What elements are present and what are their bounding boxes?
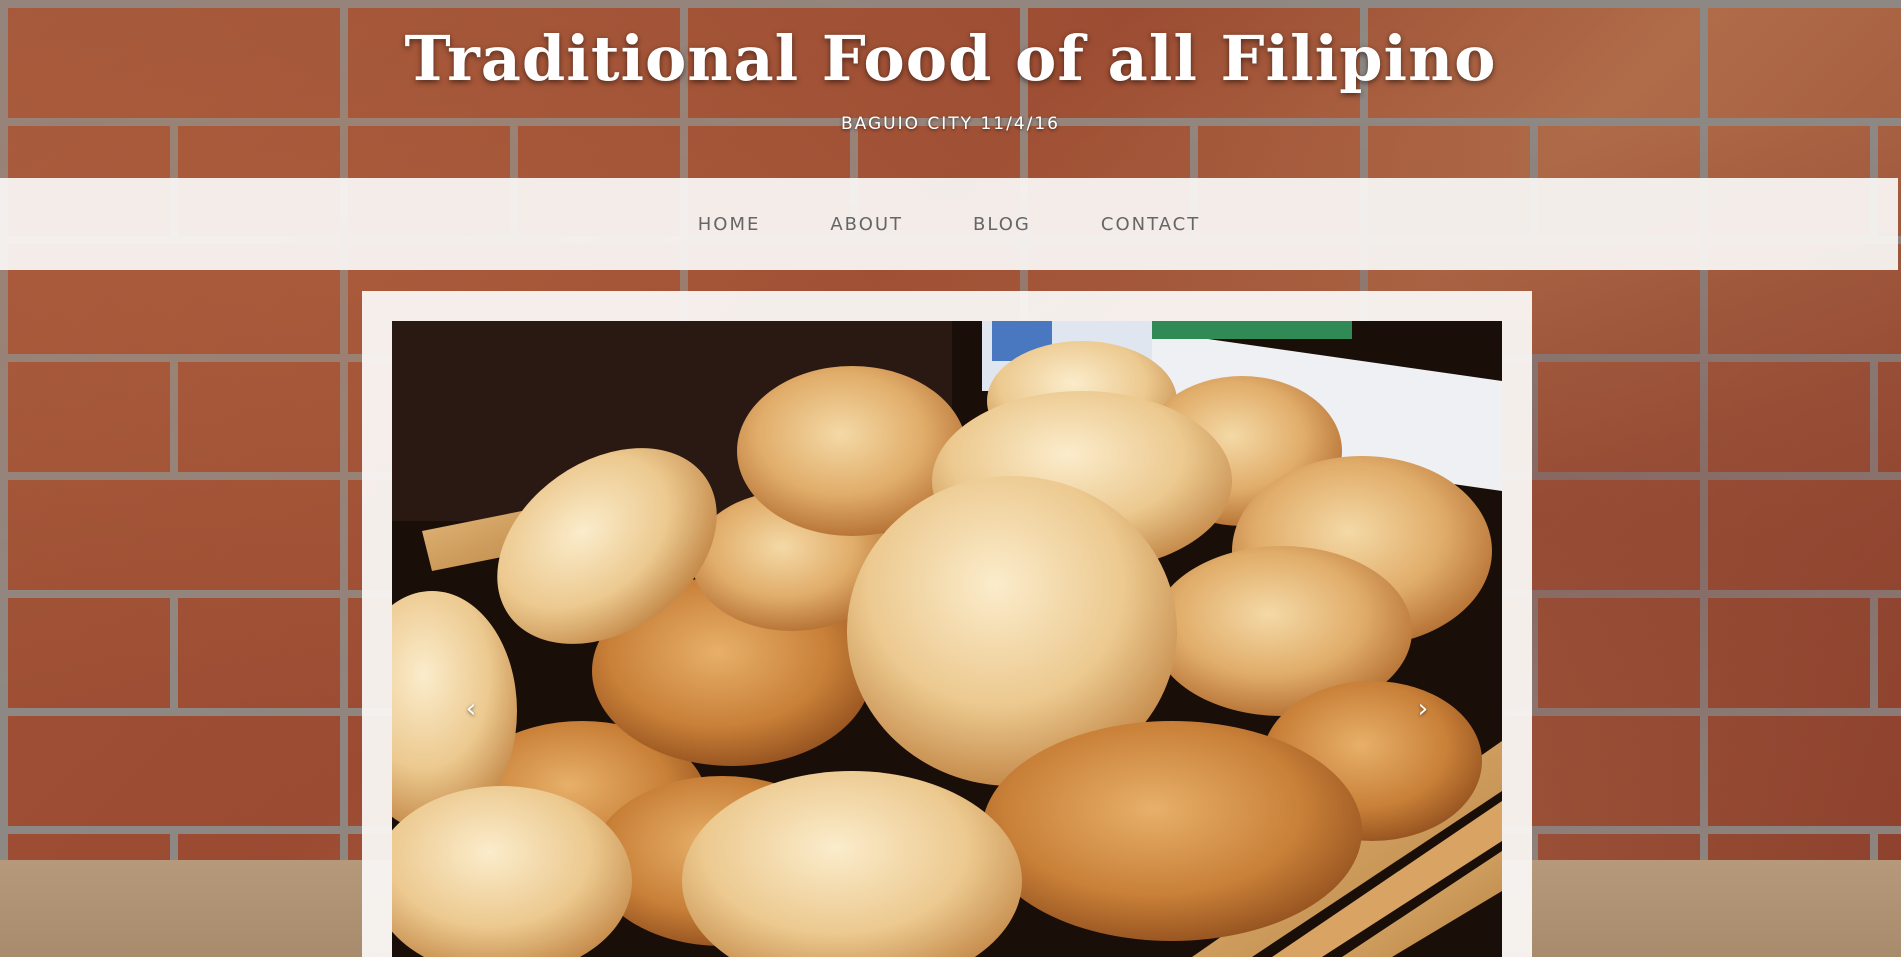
- slider-prev-arrow[interactable]: ‹: [456, 689, 486, 729]
- nav-about-link[interactable]: ABOUT: [830, 214, 903, 235]
- bread-rolls-photo: [392, 321, 1502, 957]
- content-card: ‹ ›: [362, 291, 1532, 957]
- nav-blog-link[interactable]: BLOG: [973, 214, 1031, 235]
- image-slider[interactable]: ‹ ›: [392, 321, 1502, 957]
- nav-home-link[interactable]: HOME: [698, 214, 761, 235]
- site-title[interactable]: Traditional Food of all Filipino: [0, 22, 1901, 95]
- site-header: Traditional Food of all Filipino BAGUIO …: [0, 0, 1901, 178]
- slider-next-arrow[interactable]: ›: [1408, 689, 1438, 729]
- site-tagline: BAGUIO CITY 11/4/16: [841, 114, 1060, 134]
- nav-contact-link[interactable]: CONTACT: [1101, 214, 1200, 235]
- main-nav: HOME ABOUT BLOG CONTACT: [0, 178, 1898, 270]
